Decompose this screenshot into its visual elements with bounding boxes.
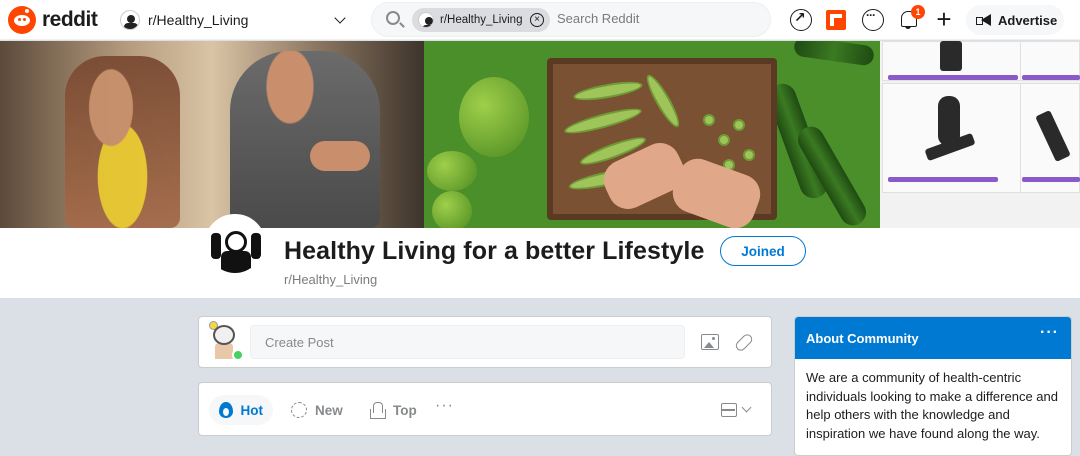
create-post-input[interactable] — [250, 325, 685, 359]
chat-icon[interactable] — [862, 8, 884, 31]
community-title: Healthy Living for a better Lifestyle — [284, 237, 705, 265]
about-title: About Community — [806, 331, 919, 346]
reddit-snoo-icon — [8, 6, 36, 34]
sort-bar: Hot New Top ··· — [198, 382, 772, 436]
link-icon[interactable] — [733, 332, 755, 353]
logo-wordmark: reddit — [42, 8, 98, 31]
search-icon — [386, 11, 400, 25]
sort-new-button[interactable]: New — [281, 395, 353, 425]
community-switcher[interactable]: r/Healthy_Living — [120, 6, 352, 34]
popular-icon[interactable] — [790, 9, 812, 31]
sort-hot-label: Hot — [240, 402, 264, 418]
chevron-down-icon[interactable] — [741, 402, 752, 413]
more-options-icon[interactable]: ··· — [1040, 325, 1059, 341]
about-header: About Community ··· — [795, 317, 1071, 359]
image-upload-icon[interactable] — [701, 334, 719, 350]
banner-exercise-photo — [880, 41, 1080, 228]
joined-button[interactable]: Joined — [720, 236, 806, 266]
notification-badge: 1 — [911, 5, 925, 19]
community-banner — [0, 41, 1080, 228]
community-avatar — [204, 214, 266, 276]
megaphone-icon — [976, 14, 992, 26]
search-bar[interactable]: r/Healthy_Living × — [371, 2, 771, 37]
advertise-label: Advertise — [998, 12, 1058, 28]
search-input[interactable] — [557, 11, 757, 26]
view-layout-icon[interactable] — [721, 403, 737, 417]
advertise-button[interactable]: Advertise — [966, 5, 1064, 35]
banner-fitness-photo — [0, 41, 424, 228]
reddit-logo[interactable]: reddit — [8, 6, 98, 34]
community-switcher-label: r/Healthy_Living — [148, 12, 249, 28]
community-avatar-icon — [418, 12, 434, 28]
banner-okra-photo — [424, 41, 880, 228]
about-community-card: About Community ··· We are a community o… — [794, 316, 1072, 456]
community-avatar-icon — [120, 10, 140, 30]
online-status-icon — [232, 349, 244, 361]
about-description: We are a community of health-centric ind… — [806, 370, 1058, 441]
sort-top-button[interactable]: Top — [359, 395, 427, 425]
user-avatar[interactable] — [205, 321, 244, 361]
flame-icon — [219, 402, 233, 418]
sort-hot-button[interactable]: Hot — [209, 395, 273, 425]
top-chart-icon — [369, 402, 386, 419]
more-options-icon[interactable]: ··· — [435, 398, 454, 414]
community-name: r/Healthy_Living — [284, 272, 378, 287]
sparkle-icon — [291, 402, 307, 418]
search-community-chip[interactable]: r/Healthy_Living × — [412, 8, 550, 32]
sort-new-label: New — [315, 402, 343, 418]
coins-icon[interactable] — [826, 10, 846, 30]
create-plus-icon[interactable]: + — [933, 6, 955, 32]
top-nav: reddit r/Healthy_Living r/Healthy_Living… — [0, 0, 1080, 40]
sort-top-label: Top — [393, 402, 417, 418]
search-chip-label: r/Healthy_Living — [440, 14, 523, 26]
community-header: Healthy Living for a better Lifestyle r/… — [0, 214, 1080, 298]
clear-chip-icon[interactable]: × — [530, 13, 544, 27]
create-post-card — [198, 316, 772, 368]
chevron-down-icon — [334, 12, 346, 24]
